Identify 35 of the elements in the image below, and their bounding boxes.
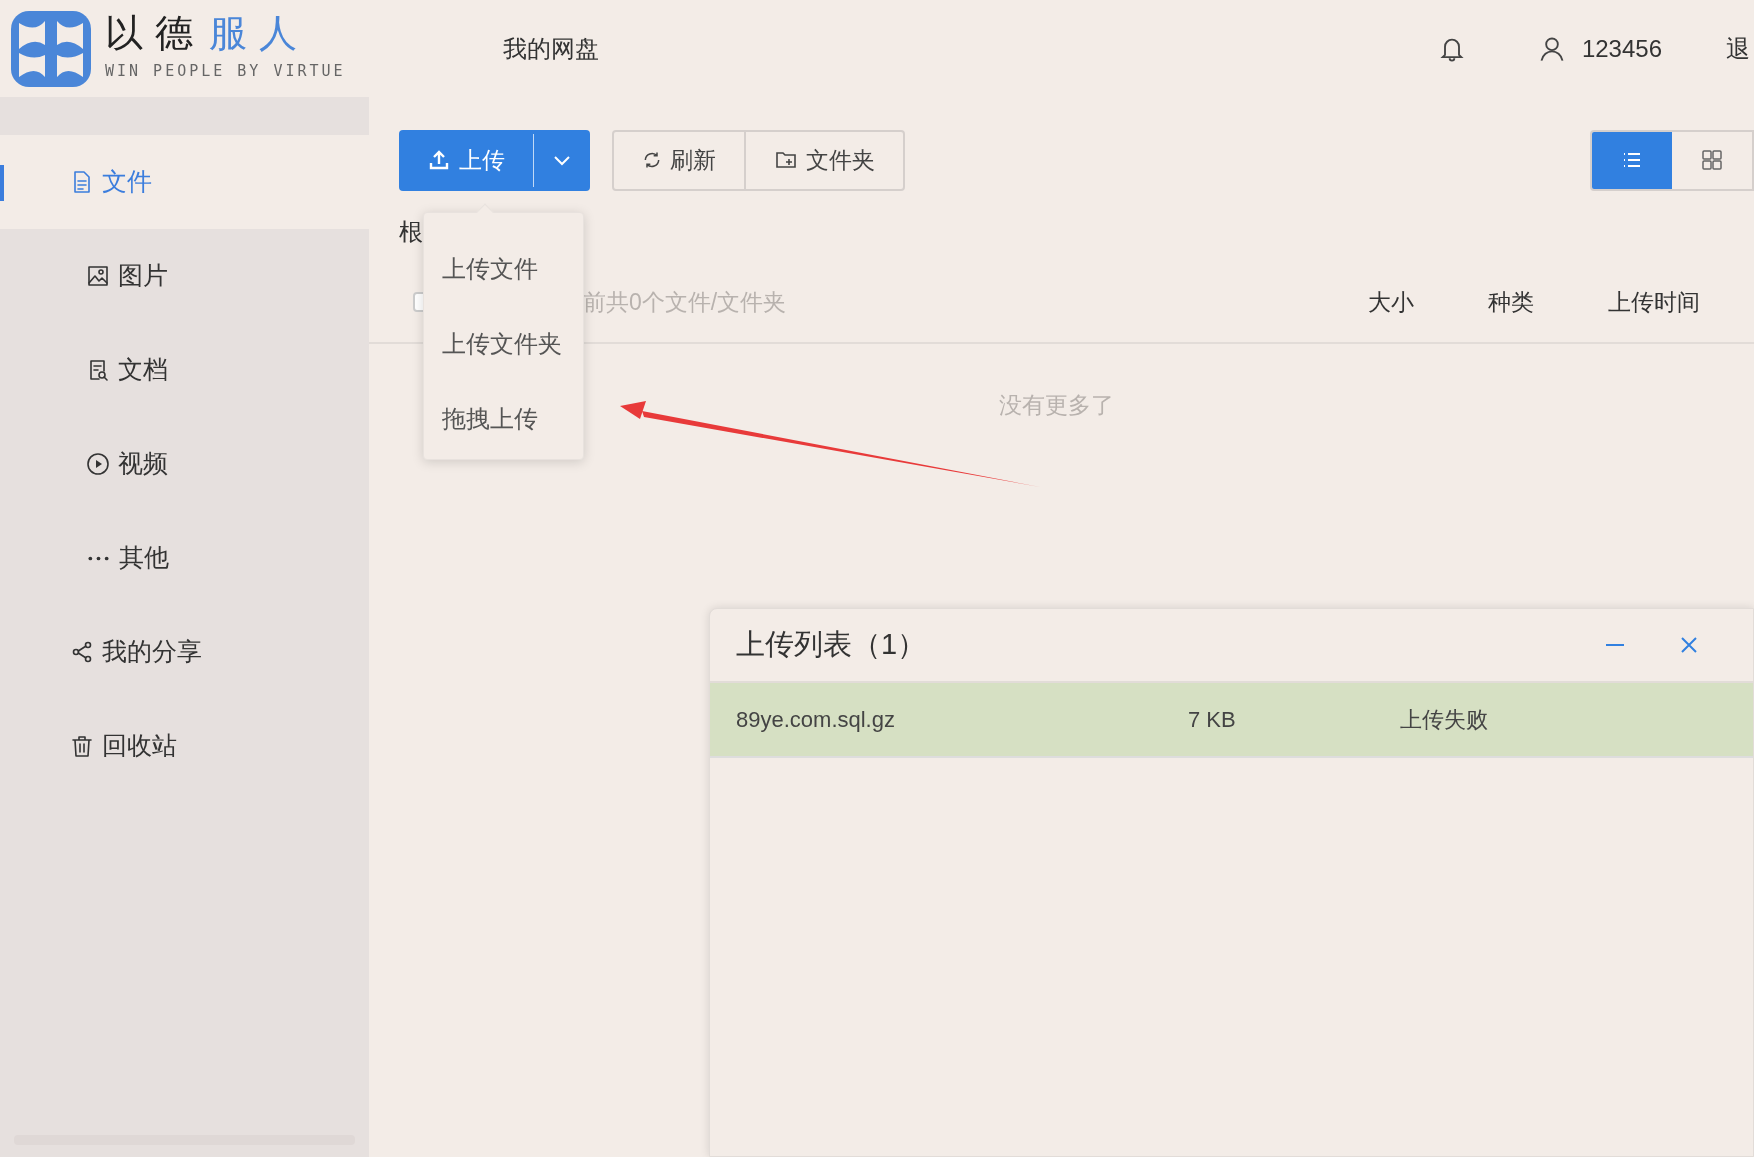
new-folder-button[interactable]: 文件夹 xyxy=(746,131,903,189)
trash-icon xyxy=(70,734,94,758)
column-header[interactable]: 上传时间 xyxy=(1608,284,1700,320)
logo-title: 以 德 xyxy=(105,14,194,53)
column-header[interactable]: 种类 xyxy=(1488,284,1534,320)
file-size: 7 KB xyxy=(1188,706,1237,734)
sidebar-item[interactable]: 回收站 xyxy=(0,699,369,793)
list-view-button[interactable] xyxy=(1592,131,1672,189)
share-icon xyxy=(70,640,94,664)
menu-item[interactable]: 拖拽上传 xyxy=(424,381,583,456)
sidebar-item[interactable]: 文档 xyxy=(0,323,369,417)
logo-subtitle: WIN PEOPLE BY VIRTUE xyxy=(105,61,346,83)
image-icon xyxy=(86,264,110,288)
sidebar-item[interactable]: 视频 xyxy=(0,417,369,511)
logo-icon xyxy=(9,8,93,89)
column-header[interactable]: 大小 xyxy=(1368,284,1414,320)
refresh-button[interactable]: 刷新 xyxy=(614,131,744,189)
file-count: 前共0个文件/文件夹 xyxy=(583,287,787,317)
upload-status: 上传失败 xyxy=(1400,706,1488,734)
sidebar-item[interactable]: 其他 xyxy=(0,511,369,605)
empty-message: 没有更多了 xyxy=(999,391,1114,420)
refresh-icon xyxy=(642,150,662,170)
sidebar-item[interactable]: 我的分享 xyxy=(0,605,369,699)
logo-title: 服 人 xyxy=(209,14,298,53)
grid-icon xyxy=(1700,148,1724,172)
logout-link[interactable]: 退 xyxy=(1726,30,1750,67)
sidebar-item[interactable]: 图片 xyxy=(0,229,369,323)
nav-link[interactable]: 我的网盘 xyxy=(503,30,599,67)
play-circle-icon xyxy=(86,452,110,476)
username[interactable]: 123456 xyxy=(1581,30,1662,67)
dots-icon xyxy=(88,555,109,561)
menu-item[interactable]: 上传文件夹 xyxy=(424,306,583,381)
file-name: 89ye.com.sql.gz xyxy=(736,706,896,734)
upload-icon xyxy=(427,148,451,172)
panel-title: 上传列表（1） xyxy=(736,627,927,663)
